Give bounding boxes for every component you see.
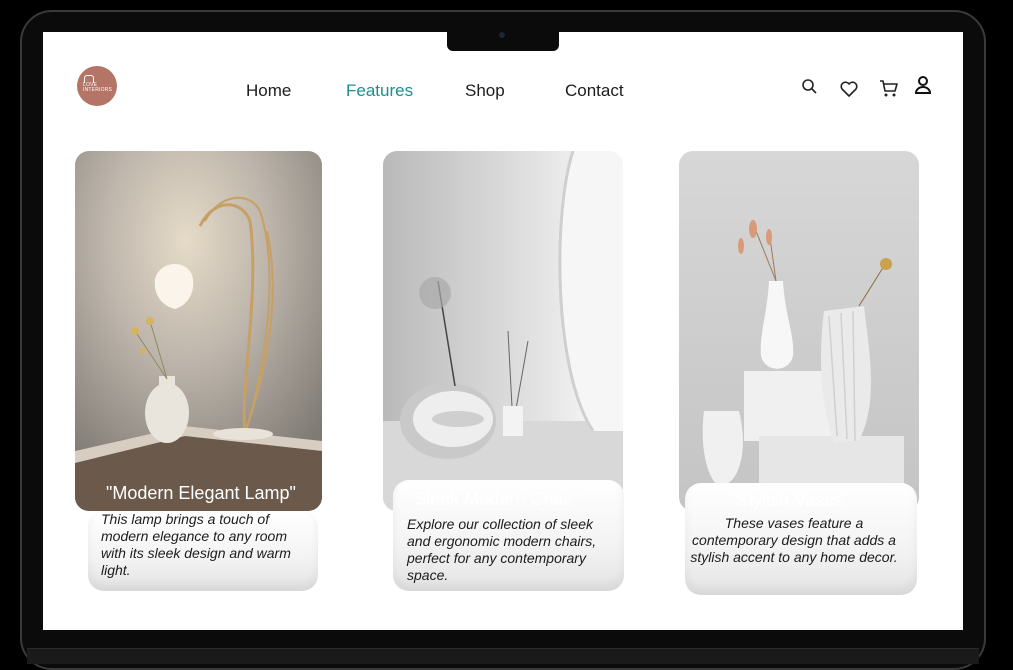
nav-contact[interactable]: Contact <box>565 81 624 101</box>
laptop-base <box>27 648 979 664</box>
card-title-lamp: "Modern Elegant Lamp" <box>106 483 296 503</box>
chair-image[interactable] <box>383 151 623 511</box>
card-title-vases: "Stylish Vases" <box>730 490 850 510</box>
card-desc-lamp: This lamp brings a touch of modern elega… <box>101 511 291 578</box>
browser-screen: LOVE INTERIORS Home Features Shop Contac… <box>43 32 963 630</box>
lamp-image[interactable] <box>75 151 322 511</box>
card-title-chair: "Sleek Modern Chair" <box>408 489 580 509</box>
nav-features[interactable]: Features <box>346 81 413 101</box>
webcam-notch <box>447 32 559 51</box>
logo-text: LOVE INTERIORS <box>83 83 112 93</box>
search-icon[interactable] <box>799 76 821 98</box>
nav-home[interactable]: Home <box>246 81 291 101</box>
card-desc-vases: These vases feature a contemporary desig… <box>690 515 898 565</box>
heart-icon[interactable] <box>838 78 860 100</box>
logo-text-line-2: INTERIORS <box>83 87 113 93</box>
nav-shop[interactable]: Shop <box>465 81 505 101</box>
user-icon[interactable] <box>912 74 934 96</box>
card-desc-chair: Explore our collection of sleek and ergo… <box>407 516 597 583</box>
cart-icon[interactable] <box>878 77 900 99</box>
camera-icon <box>499 32 505 38</box>
vases-image[interactable] <box>679 151 919 511</box>
brand-logo[interactable]: LOVE INTERIORS <box>77 66 117 106</box>
